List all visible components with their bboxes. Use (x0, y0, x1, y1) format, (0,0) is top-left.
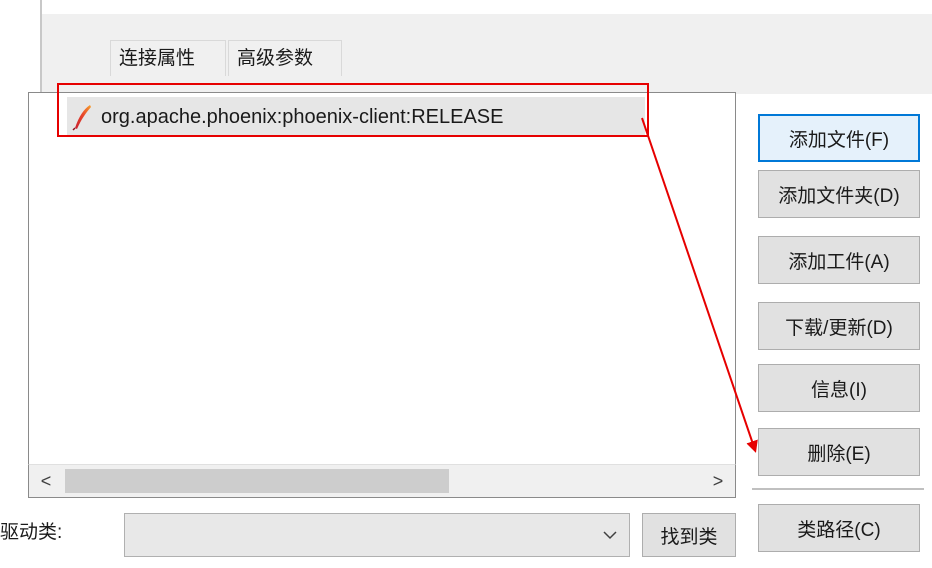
tab-advanced-parameters[interactable]: 高级参数 (228, 40, 342, 76)
driver-class-select[interactable] (124, 513, 630, 557)
library-list[interactable]: org.apache.phoenix:phoenix-client:RELEAS… (28, 92, 736, 498)
horizontal-scrollbar[interactable]: < > (28, 464, 736, 498)
driver-class-label: 驱动类: (0, 522, 63, 543)
list-item-library[interactable]: org.apache.phoenix:phoenix-client:RELEAS… (67, 97, 645, 137)
info-button[interactable]: 信息(I) (758, 364, 920, 412)
add-folder-button[interactable]: 添加文件夹(D) (758, 170, 920, 218)
feather-icon (67, 97, 97, 137)
delete-button[interactable]: 删除(E) (758, 428, 920, 476)
chevron-down-icon[interactable] (599, 514, 621, 556)
scroll-right-button[interactable]: > (701, 465, 735, 497)
find-class-button[interactable]: 找到类 (642, 513, 736, 557)
download-update-button[interactable]: 下载/更新(D) (758, 302, 920, 350)
scrollbar-thumb[interactable] (65, 469, 449, 493)
top-strip (0, 0, 932, 14)
library-name: org.apache.phoenix:phoenix-client:RELEAS… (101, 105, 504, 128)
button-divider (752, 488, 924, 490)
add-artifact-button[interactable]: 添加工件(A) (758, 236, 920, 284)
add-file-button[interactable]: 添加文件(F) (758, 114, 920, 162)
classpath-button[interactable]: 类路径(C) (758, 504, 920, 552)
tab-connection-properties[interactable]: 连接属性 (110, 40, 226, 76)
scroll-left-button[interactable]: < (29, 465, 63, 497)
